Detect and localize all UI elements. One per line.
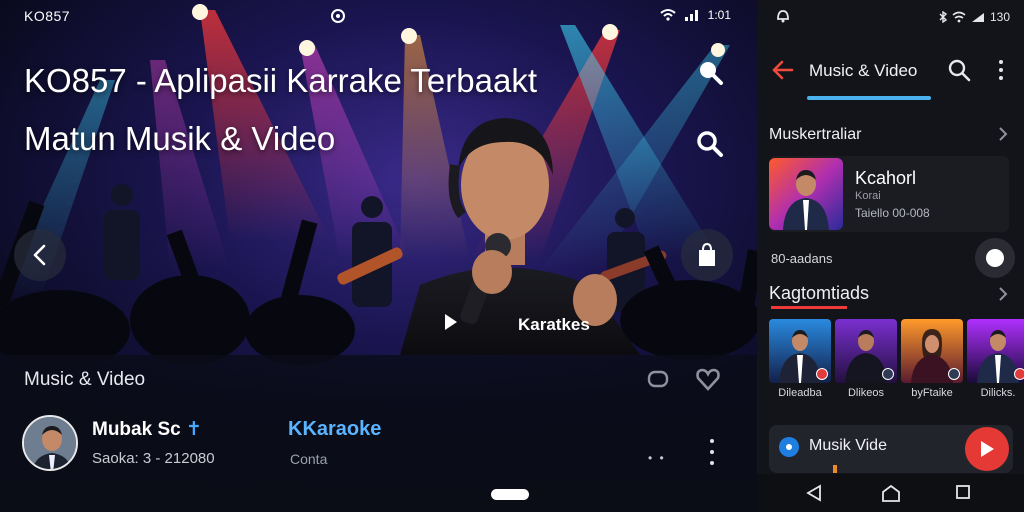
status-icons: 1:01 [659,8,731,22]
play-icon [981,441,994,457]
nav-recents-button[interactable] [955,484,971,505]
list-item[interactable]: Dlikeos [835,319,897,409]
thumbnail-caption: Dilicks. [980,387,1016,399]
nav-back-button[interactable] [805,484,823,507]
search-icon [700,62,723,85]
thumbnail-caption: byFtaike [911,387,953,399]
home-indicator[interactable] [491,489,529,500]
featured-section-title: Muskertraliar [769,126,862,143]
thumbnail-caption: Dlikeos [847,387,885,399]
thumbnail-caption: Dileadba [778,387,822,399]
back-arrow-icon [772,60,794,80]
status-icons-right: 130 [939,10,1010,24]
progress-marker [833,465,837,473]
status-bar-right: 130 [757,8,1024,28]
record-button[interactable] [975,238,1015,278]
avatar[interactable] [22,415,78,471]
karaoke-subtext: Conta [290,451,328,467]
main-video-panel: KO857 1:01 KO857 - Aplipasii Karrake Ter… [0,0,757,512]
karaoke-link[interactable]: KKaraoke [288,418,381,441]
featured-subtitle: Korai [855,190,881,202]
cast-icon [647,370,669,388]
featured-meta: Taiello 00-008 [855,206,930,220]
page-title: KO857 - Aplipasii Karrake Terbaakt Matun… [24,52,584,168]
status-right-text: 1:01 [707,8,731,22]
heart-icon [696,368,720,391]
cast-button[interactable] [646,367,670,396]
search-button[interactable] [692,126,728,162]
signal-icon [684,10,698,21]
search-icon [697,131,723,157]
play-icon [445,314,457,330]
wifi-icon [952,11,966,23]
featured-thumbnail [769,158,843,230]
channel-name-text: Mubak Sc [92,419,181,440]
active-tab-indicator [807,96,931,100]
rating-dots: • • [648,451,666,465]
list-item[interactable]: Dileadba [769,319,831,409]
back-triangle-icon [806,484,821,502]
status-bar: KO857 1:01 [0,6,757,28]
mini-player[interactable]: Musik Vide [769,425,1013,473]
video-label: Karatkes [518,315,590,334]
home-icon [882,484,900,502]
more-vert-button[interactable] [997,60,1005,80]
bluetooth-icon [939,11,947,23]
category-thumbnails: Dileadba Dlikeos byFtaike Dilicks. [769,319,1024,409]
meta-line: 80-aadans [771,251,833,266]
nav-home-button[interactable] [881,484,901,507]
play-button[interactable] [965,427,1009,471]
live-badge [816,368,828,380]
channel-subtitle: Saoka: 3 - 212080 [92,450,215,467]
mini-player-title: Musik Vide [809,437,887,454]
music-note-icon [779,437,799,457]
title-line-2: Matun Musik & Video [24,120,336,157]
featured-see-all-button[interactable] [998,126,1008,147]
notification-icon [775,8,791,27]
previous-button[interactable] [14,229,66,281]
list-item[interactable]: byFtaike [901,319,963,409]
section-title: Music & Video [24,369,146,390]
live-badge [1014,368,1024,380]
thumbnail-image [967,319,1024,383]
signal-dot-icon [330,8,346,27]
live-badge [948,368,960,380]
chevron-right-icon [999,287,1008,301]
status-time: KO857 [24,8,71,24]
system-nav-bar [757,474,1024,512]
avatar-image [24,417,76,469]
channel-badge: ✝ [185,419,202,440]
thumbnail-image [901,319,963,383]
video-details: Music & Video Mubak Sc ✝ Saoka: 3 - 2120… [0,355,757,512]
thumbnail-image [769,319,831,383]
chevron-left-icon [33,244,46,266]
search-icon [948,59,971,82]
live-badge [882,368,894,380]
categories-see-all-button[interactable] [998,286,1008,307]
bag-button[interactable] [681,229,733,281]
chevron-right-icon [999,127,1008,141]
like-button[interactable] [694,365,722,398]
status-time-right: 130 [989,10,1010,24]
signal-icon [971,12,984,22]
app-bar: Music & Video [757,50,1024,94]
featured-title: Kcahorl [855,168,917,188]
back-button[interactable] [771,58,795,87]
recents-icon [956,485,970,499]
thumbnail-image [835,319,897,383]
channel-name[interactable]: Mubak Sc ✝ [92,418,202,441]
search-button-top[interactable] [692,54,728,90]
side-browser-panel: 130 Music & Video Muskertraliar Kcahorl … [757,0,1024,512]
list-item[interactable]: Dilicks. [967,319,1024,409]
featured-card[interactable]: Kcahorl Korai Taiello 00-008 [769,156,1009,232]
search-button[interactable] [947,58,971,87]
video-play-button[interactable] [444,313,458,336]
bag-icon [699,242,715,266]
more-options-button[interactable] [702,439,722,465]
tab-music-video[interactable]: Music & Video [809,61,917,81]
wifi-icon [659,9,676,21]
title-line-1: KO857 - Aplipasii Karrake Terbaakt [24,62,537,99]
categories-section-title: Kagtomtiads [769,283,870,303]
category-indicator [771,306,847,309]
